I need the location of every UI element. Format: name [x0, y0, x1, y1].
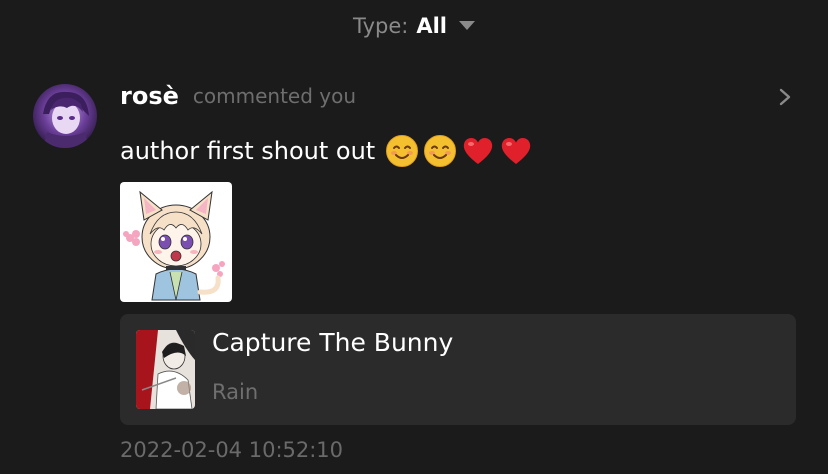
action-text: commented you [192, 84, 357, 108]
anime-cat-girl-sticker [120, 182, 232, 302]
smiling-face-emoji [424, 135, 457, 167]
notification-header: rosè commented you [120, 80, 356, 112]
smiling-face-emoji [386, 135, 419, 167]
filter-label: Type: [353, 14, 409, 38]
comment-body: author first shout out [120, 131, 533, 171]
book-title: Capture The Bunny [212, 328, 454, 357]
type-filter[interactable]: Type: All [0, 10, 828, 42]
book-cover [136, 330, 195, 409]
notification-page: Type: All rosè commented you author firs… [0, 0, 828, 474]
book-author: Rain [212, 380, 259, 404]
avatar[interactable] [33, 84, 97, 148]
username[interactable]: rosè [120, 82, 179, 110]
book-card[interactable]: Capture The Bunny Rain [120, 314, 796, 425]
red-heart-emoji [464, 138, 493, 164]
red-heart-emoji [502, 138, 531, 164]
filter-value[interactable]: All [416, 14, 447, 38]
comment-text: author first shout out [120, 137, 376, 165]
triangle-down-icon[interactable] [458, 20, 475, 30]
chevron-right-icon[interactable] [776, 87, 794, 107]
timestamp: 2022-02-04 10:52:10 [120, 438, 344, 462]
